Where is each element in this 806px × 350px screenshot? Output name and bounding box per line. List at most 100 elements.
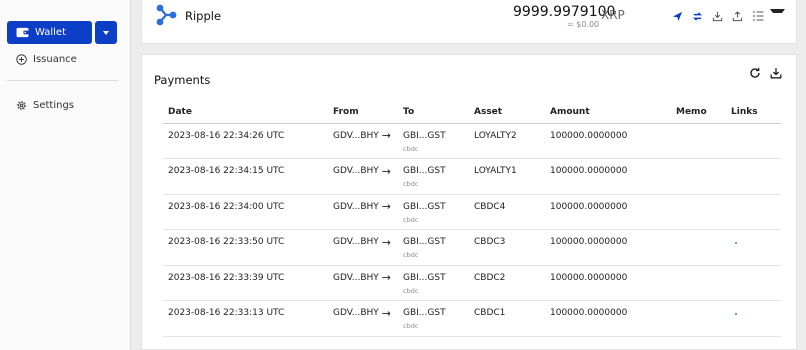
payment-links [731, 123, 781, 159]
swap-icon[interactable] [690, 9, 705, 23]
receive-icon[interactable] [710, 9, 725, 23]
payment-from[interactable]: GDV...BHY [333, 166, 379, 176]
payment-links [731, 229, 781, 266]
column-header-memo[interactable]: Memo [676, 101, 731, 124]
chevron-down-icon [103, 30, 109, 35]
sidebar-item-settings[interactable]: Settings [16, 100, 74, 111]
asset-actions [670, 9, 785, 23]
asset-menu-button[interactable] [770, 9, 785, 23]
payment-to-cell: GBI...GST cbdc [403, 265, 474, 301]
arrow-right-icon: → [381, 306, 391, 320]
plus-circle-icon [16, 54, 27, 65]
payment-asset[interactable]: CBDC1 [474, 300, 550, 337]
payment-amount: 100000.0000000 [550, 229, 676, 266]
payment-to-label: cbdc [403, 144, 419, 153]
link-icon[interactable] [735, 313, 737, 315]
column-header-asset[interactable]: Asset [474, 101, 550, 124]
sidebar-item-label: Settings [33, 100, 75, 111]
payment-to[interactable]: GBI...GST [403, 131, 446, 141]
column-header-from[interactable]: From [333, 101, 403, 124]
payment-to[interactable]: GBI...GST [403, 166, 446, 176]
column-header-links[interactable]: Links [731, 101, 781, 124]
payment-memo [676, 123, 731, 159]
payment-to[interactable]: GBI...GST [403, 237, 446, 247]
payment-to-label: cbdc [403, 215, 419, 224]
link-icon[interactable] [735, 242, 737, 244]
payment-to-cell: GBI...GST cbdc [403, 229, 474, 266]
table-row[interactable]: 2023-08-16 22:34:15 UTC GDV...BHY → GBI...G… [163, 158, 781, 195]
wallet-icon [16, 27, 29, 38]
payment-from[interactable]: GDV...BHY [333, 273, 379, 283]
payment-amount: 100000.0000000 [550, 123, 676, 159]
column-header-to[interactable]: To [403, 101, 474, 124]
payment-date: 2023-08-16 22:34:15 UTC [163, 158, 333, 195]
payment-from[interactable]: GDV...BHY [333, 131, 379, 141]
wallet-dropdown-button[interactable] [95, 21, 117, 44]
payment-memo [676, 158, 731, 195]
payment-to-label: cbdc [403, 180, 419, 188]
payment-from-cell: GDV...BHY → [333, 300, 403, 337]
wallet-button-label: Wallet [35, 27, 67, 38]
payment-to-cell: GBI...GST cbdc [403, 158, 474, 195]
asset-card: Ripple 9999.9979100 XRP = $0.00 [141, 0, 797, 44]
payment-date: 2023-08-16 22:33:13 UTC [163, 300, 333, 337]
arrow-right-icon: → [381, 271, 391, 284]
payment-links [731, 300, 781, 337]
payment-asset[interactable]: LOYALTY2 [474, 123, 550, 159]
payment-to-label: cbdc [403, 322, 419, 330]
payment-memo [676, 194, 731, 230]
column-header-date[interactable]: Date [163, 101, 333, 124]
send-icon[interactable] [670, 9, 685, 23]
payment-memo [676, 265, 731, 301]
sidebar-divider [7, 80, 118, 81]
payment-date: 2023-08-16 22:34:26 UTC [163, 123, 333, 159]
arrow-right-icon: → [381, 164, 391, 178]
payment-memo [676, 300, 731, 337]
payment-date: 2023-08-16 22:33:50 UTC [163, 229, 333, 266]
payment-asset[interactable]: CBDC2 [474, 265, 550, 301]
payment-amount: 100000.0000000 [550, 194, 676, 230]
payment-date: 2023-08-16 22:34:00 UTC [163, 194, 333, 230]
payment-from[interactable]: GDV...BHY [333, 308, 379, 318]
payment-from-cell: GDV...BHY → [333, 123, 403, 159]
payment-links [731, 265, 781, 301]
list-icon[interactable] [750, 9, 765, 23]
asset-name: Ripple [185, 9, 222, 23]
payment-to[interactable]: GBI...GST [403, 273, 446, 283]
payment-links [731, 194, 781, 230]
sidebar-item-issuance[interactable]: Issuance [16, 54, 77, 65]
payment-to-cell: GBI...GST cbdc [403, 300, 474, 337]
payment-from-cell: GDV...BHY → [333, 194, 403, 230]
table-header-row: Date From To Asset Amount Memo Links [163, 101, 781, 124]
payment-from-cell: GDV...BHY → [333, 229, 403, 266]
gear-icon [16, 100, 27, 111]
table-row[interactable]: 2023-08-16 22:34:26 UTC GDV...BHY → GBI...G… [163, 123, 781, 159]
arrow-right-icon: → [381, 200, 391, 213]
payment-to[interactable]: GBI...GST [403, 308, 446, 318]
payment-asset[interactable]: LOYALTY1 [474, 158, 550, 195]
arrow-right-icon: → [381, 129, 391, 142]
table-row[interactable]: 2023-08-16 22:33:13 UTC GDV...BHY → GBI...G… [163, 300, 781, 337]
wallet-button[interactable]: Wallet [7, 21, 92, 44]
payment-from[interactable]: GDV...BHY [333, 202, 379, 212]
arrow-right-icon: → [381, 235, 391, 249]
payment-asset[interactable]: CBDC4 [474, 194, 550, 230]
chevron-down-icon [770, 9, 785, 23]
payment-asset[interactable]: CBDC3 [474, 229, 550, 266]
payment-to-label: cbdc [403, 286, 419, 295]
table-row[interactable]: 2023-08-16 22:34:00 UTC GDV...BHY → GBI...G… [163, 194, 781, 230]
payment-to[interactable]: GBI...GST [403, 202, 446, 212]
payment-amount: 100000.0000000 [550, 265, 676, 301]
payments-title: Payments [154, 73, 211, 87]
payment-from-cell: GDV...BHY → [333, 265, 403, 301]
refresh-icon[interactable] [749, 67, 761, 79]
payment-to-cell: GBI...GST cbdc [403, 123, 474, 159]
table-row[interactable]: 2023-08-16 22:33:50 UTC GDV...BHY → GBI...G… [163, 229, 781, 266]
upload-icon[interactable] [730, 9, 745, 23]
payment-from[interactable]: GDV...BHY [333, 237, 379, 247]
column-header-amount[interactable]: Amount [550, 101, 676, 124]
download-icon[interactable] [770, 67, 782, 79]
payment-amount: 100000.0000000 [550, 158, 676, 195]
asset-currency: XRP [601, 8, 625, 22]
table-row[interactable]: 2023-08-16 22:33:39 UTC GDV...BHY → GBI...G… [163, 265, 781, 301]
